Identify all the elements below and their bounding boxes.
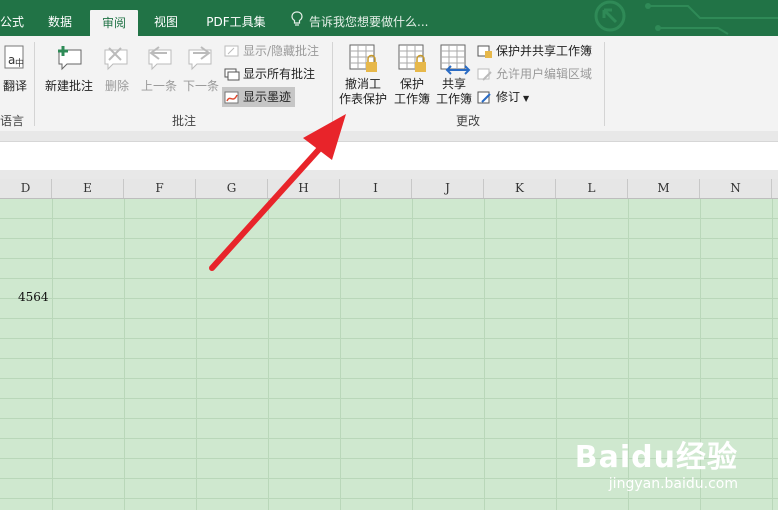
watermark-brand: Baidu经验 bbox=[574, 440, 738, 475]
watermark-url: jingyan.baidu.com bbox=[608, 476, 738, 492]
baidu-watermark: Baidu经验 jingyan.baidu.com bbox=[575, 432, 738, 492]
